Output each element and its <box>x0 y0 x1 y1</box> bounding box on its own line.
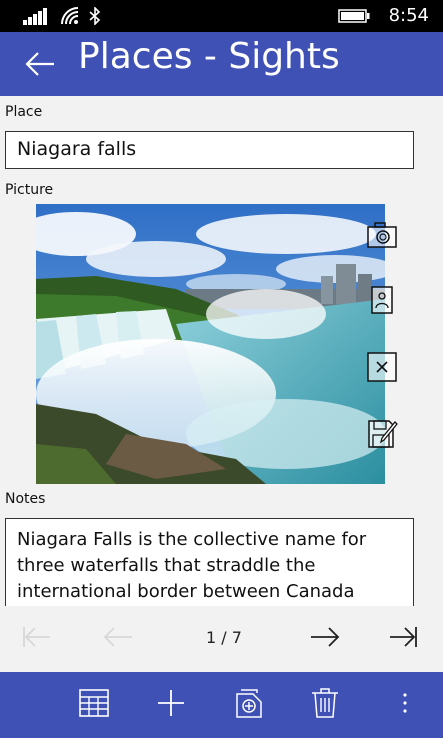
duplicate-icon[interactable] <box>233 687 265 719</box>
gallery-icon[interactable] <box>366 284 398 316</box>
picture-label: Picture <box>5 182 54 198</box>
page-title: Places - Sights <box>78 36 340 77</box>
more-icon[interactable] <box>389 687 421 719</box>
back-arrow-icon[interactable] <box>24 48 56 80</box>
niagara-falls-image <box>36 204 385 484</box>
app-bar <box>0 672 443 738</box>
table-view-icon[interactable] <box>78 687 110 719</box>
wifi-icon <box>61 7 79 25</box>
place-label: Place <box>5 104 43 120</box>
first-record-icon[interactable] <box>20 624 52 650</box>
place-picture[interactable] <box>36 204 385 484</box>
save-picture-icon[interactable] <box>366 418 398 450</box>
battery-icon <box>338 9 370 23</box>
remove-picture-icon[interactable] <box>366 351 398 383</box>
camera-icon[interactable] <box>366 219 398 251</box>
header-bar: Places - Sights <box>0 32 443 96</box>
delete-icon[interactable] <box>309 687 341 719</box>
previous-record-icon[interactable] <box>102 624 134 650</box>
next-record-icon[interactable] <box>309 624 341 650</box>
bluetooth-icon <box>89 7 101 25</box>
notes-textarea[interactable]: Niagara Falls is the collective name for… <box>5 518 414 606</box>
record-position: 1 / 7 <box>206 628 242 647</box>
place-input[interactable]: Niagara falls <box>5 131 414 169</box>
notes-label: Notes <box>5 491 46 507</box>
clock: 8:54 <box>388 5 429 26</box>
pager-bar: 1 / 7 <box>0 610 443 664</box>
last-record-icon[interactable] <box>388 624 420 650</box>
status-bar: 8:54 <box>0 0 443 32</box>
signal-icon <box>23 8 47 25</box>
add-icon[interactable] <box>155 687 187 719</box>
